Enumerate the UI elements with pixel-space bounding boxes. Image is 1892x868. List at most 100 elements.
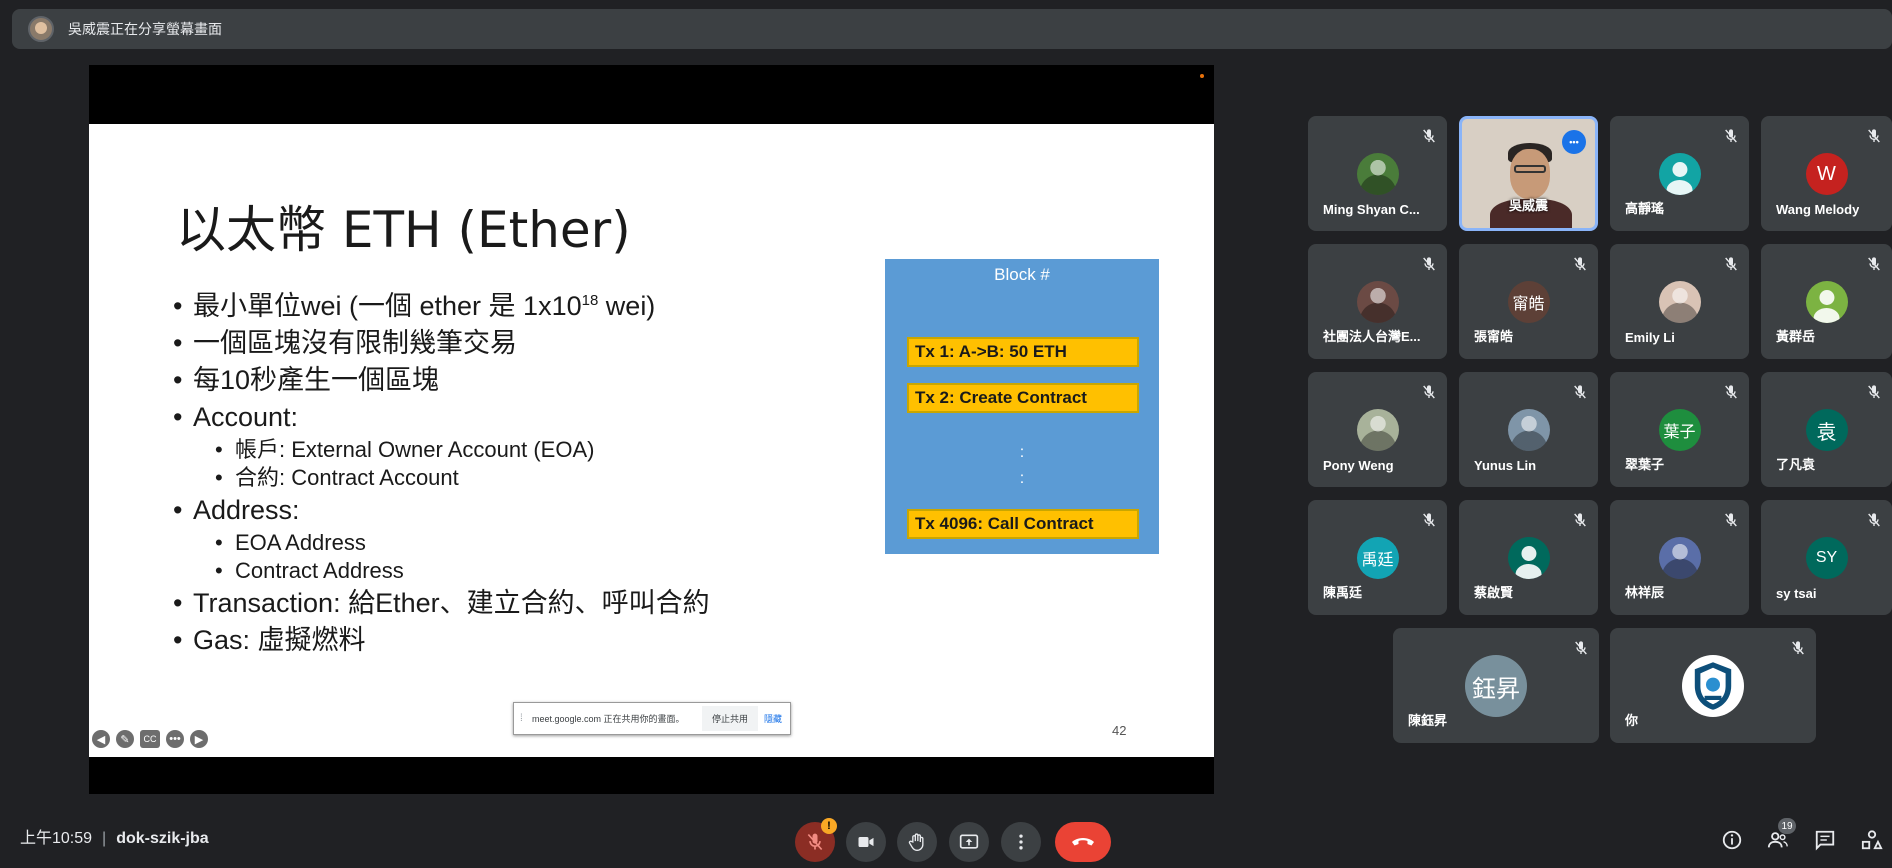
avatar	[1507, 409, 1550, 451]
avatar: 鈺昇	[1465, 655, 1527, 717]
activities-icon	[1861, 830, 1883, 850]
stop-sharing-button[interactable]: 停止共用	[701, 706, 758, 731]
participant-tile[interactable]: 蔡啟賢	[1459, 500, 1598, 615]
participant-tile[interactable]: 禹廷 陳禹廷	[1308, 500, 1447, 615]
participant-name: 社團法人台灣E...	[1323, 329, 1421, 344]
participant-tile[interactable]: SY sy tsai	[1761, 500, 1892, 615]
participant-name: Yunus Lin	[1474, 458, 1537, 473]
muted-mic-icon	[1572, 256, 1588, 272]
slide: 以太幣 ETH (Ether) • 最小單位wei (一個 ether 是 1x1…	[89, 124, 1214, 757]
leave-call-button[interactable]	[1055, 822, 1111, 862]
meeting-details-button[interactable]	[1714, 822, 1750, 858]
activities-button[interactable]	[1854, 822, 1890, 858]
participant-tile[interactable]: 你	[1610, 628, 1816, 743]
participant-tile[interactable]: 高靜瑤	[1610, 116, 1749, 231]
captions-icon[interactable]: CC	[140, 730, 160, 748]
camera-toggle-button[interactable]	[846, 822, 886, 862]
sub-bullet: • EOA Address	[215, 530, 366, 555]
slide-bullets: • 最小單位wei (一個 ether 是 1x1018 wei) • 一個區塊沒有…	[173, 288, 793, 659]
block-title: Block #	[994, 265, 1050, 284]
screen-share-notice: ⁞ meet.google.com 正在共用你的畫面。 停止共用 隱藏	[513, 702, 791, 735]
bullet: • 一個區塊沒有限制幾筆交易	[173, 328, 517, 358]
muted-mic-icon	[1723, 512, 1739, 528]
more-options-button[interactable]	[1001, 822, 1041, 862]
participant-tile[interactable]: 袁了凡袁	[1761, 372, 1892, 487]
avatar	[1805, 281, 1848, 323]
participant-name: 黃群岳	[1776, 329, 1816, 344]
participant-tile[interactable]: Pony Weng	[1308, 372, 1447, 487]
avatar	[1507, 537, 1550, 579]
participant-options-icon[interactable]: •••	[1562, 130, 1586, 154]
muted-mic-icon	[1790, 640, 1806, 656]
bullet: • Gas: 虛擬燃料	[173, 625, 366, 655]
participant-name: sy tsai	[1776, 586, 1817, 601]
muted-mic-icon	[1866, 384, 1882, 400]
participant-name: 張甯皓	[1474, 329, 1514, 344]
bullet: • 每10秒產生一個區塊	[173, 365, 440, 395]
participant-name: 了凡袁	[1776, 457, 1816, 472]
participant-name: Pony Weng	[1323, 458, 1394, 473]
participant-tile[interactable]: 鈺昇陳鈺昇	[1393, 628, 1599, 743]
prev-slide-icon[interactable]: ◀	[92, 730, 110, 748]
sub-bullet: • 帳戶: External Owner Account (EOA)	[215, 437, 595, 462]
camera-icon	[858, 837, 874, 847]
tx-box: Tx 1: A->B: 50 ETH	[907, 337, 1139, 367]
muted-mic-icon	[1723, 128, 1739, 144]
present-screen-button[interactable]	[949, 822, 989, 862]
participant-tile[interactable]: 甯皓 張甯皓	[1459, 244, 1598, 359]
tx-box: Tx 2: Create Contract	[907, 383, 1139, 413]
slide-toolbar: ◀ ✎ CC ••• ▶	[92, 730, 208, 748]
pen-icon[interactable]: ✎	[116, 730, 134, 748]
mic-toggle-button[interactable]: !	[795, 818, 837, 862]
more-vert-icon	[1019, 834, 1023, 850]
sub-bullet: • Contract Address	[215, 558, 404, 583]
muted-mic-icon	[1421, 256, 1437, 272]
people-button[interactable]: 19	[1760, 818, 1796, 858]
bullet: • 最小單位wei (一個 ether 是 1x1018 wei)	[173, 291, 656, 321]
hangup-icon	[1072, 838, 1094, 846]
participant-tile[interactable]: ••• 吳威震	[1459, 116, 1598, 231]
participant-tile[interactable]: 社團法人台灣E...	[1308, 244, 1447, 359]
avatar	[1658, 281, 1701, 323]
sub-bullet: • 合約: Contract Account	[215, 465, 459, 490]
bullet: • Address:	[173, 495, 300, 525]
present-icon	[959, 834, 979, 849]
hide-notice-button[interactable]: 隱藏	[764, 712, 782, 725]
participant-name: 翠葉子	[1625, 457, 1665, 472]
participant-tile[interactable]: Yunus Lin	[1459, 372, 1598, 487]
participant-name: Wang Melody	[1776, 202, 1860, 217]
participant-name: 陳禹廷	[1323, 585, 1363, 600]
participant-tile[interactable]: W Wang Melody	[1761, 116, 1892, 231]
muted-mic-icon	[1572, 512, 1588, 528]
mic-alert-badge: !	[821, 818, 837, 834]
muted-mic-icon	[1866, 512, 1882, 528]
participant-name: 陳鈺昇	[1408, 713, 1448, 728]
avatar	[1658, 537, 1701, 579]
hand-icon	[908, 833, 924, 852]
meeting-info: 上午10:59 | dok-szik-jba	[20, 830, 209, 847]
participant-tile[interactable]: Ming Shyan C...	[1308, 116, 1447, 231]
muted-mic-icon	[1572, 384, 1588, 400]
avatar: SY	[1805, 537, 1848, 579]
participant-tile[interactable]: 林祥辰	[1610, 500, 1749, 615]
participant-tile[interactable]: 葉子 翠葉子	[1610, 372, 1749, 487]
bullet: • Transaction: 給Ether、建立合約、呼叫合約	[173, 588, 710, 618]
avatar: W	[1805, 153, 1848, 195]
people-count-badge: 19	[1778, 818, 1796, 834]
more-icon[interactable]: •••	[166, 730, 184, 748]
participant-tile[interactable]: Emily Li	[1610, 244, 1749, 359]
next-slide-icon[interactable]: ▶	[190, 730, 208, 748]
drag-handle-icon[interactable]: ⁞	[520, 713, 526, 724]
slide-title: 以太幣 ETH (Ether)	[176, 201, 631, 259]
presentation-stage[interactable]: 以太幣 ETH (Ether) • 最小單位wei (一個 ether 是 1x1…	[89, 65, 1214, 794]
meeting-code[interactable]: dok-szik-jba	[116, 830, 208, 847]
raise-hand-button[interactable]	[897, 822, 937, 862]
info-icon	[1722, 830, 1742, 850]
avatar	[1682, 655, 1744, 717]
bullet: • Account:	[173, 402, 299, 432]
participant-tile[interactable]: 黃群岳	[1761, 244, 1892, 359]
participant-name: 你	[1625, 713, 1639, 728]
chat-icon	[1815, 830, 1835, 851]
chat-button[interactable]	[1807, 822, 1843, 858]
presenter-banner-text: 吳威震正在分享螢幕畫面	[68, 21, 222, 37]
